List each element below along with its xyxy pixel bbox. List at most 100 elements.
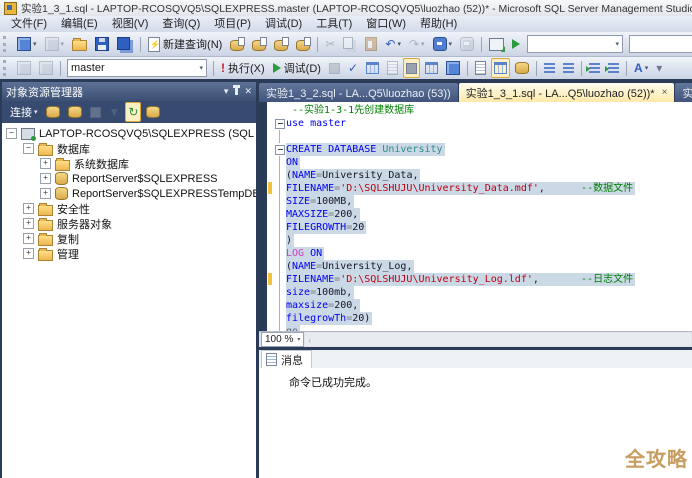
tree-expander-icon[interactable]: + bbox=[40, 158, 51, 169]
menu-item[interactable]: 编辑(E) bbox=[54, 16, 105, 32]
tree-expander-icon[interactable]: + bbox=[40, 188, 51, 199]
query-options-button[interactable] bbox=[384, 58, 401, 78]
fold-collapse-icon[interactable] bbox=[273, 117, 286, 130]
new-query-button[interactable]: 新建查询(N) bbox=[145, 34, 225, 54]
document-tab[interactable]: 实验1_3_2.sql - LA...Q5\luozhao (53)) bbox=[259, 83, 458, 102]
chevron-down-icon[interactable]: ▾ bbox=[449, 40, 453, 48]
navigate-backward-button[interactable]: ▾ bbox=[430, 34, 456, 54]
fold-collapse-icon[interactable] bbox=[273, 143, 286, 156]
toolbar-combo-1[interactable]: ▾ bbox=[527, 35, 624, 53]
menu-item[interactable]: 工具(T) bbox=[309, 16, 359, 32]
delete-button[interactable] bbox=[143, 102, 163, 122]
redo-button[interactable]: ↷ ▾ bbox=[406, 34, 428, 54]
code-line[interactable] bbox=[267, 130, 692, 143]
activity-monitor-button[interactable]: ▾ bbox=[42, 34, 68, 54]
start-button[interactable] bbox=[509, 34, 523, 54]
code-line[interactable]: FILENAME='D:\SQLSHUJU\University_Log.ldf… bbox=[267, 273, 692, 286]
mdx-query-button[interactable] bbox=[271, 34, 291, 54]
tab-messages[interactable]: 消息 bbox=[261, 350, 312, 368]
menu-item[interactable]: 查询(Q) bbox=[155, 16, 207, 32]
code-line[interactable]: SIZE=100MB, bbox=[267, 195, 692, 208]
code-line[interactable]: filegrowTh=20) bbox=[267, 312, 692, 325]
menu-item[interactable]: 帮助(H) bbox=[413, 16, 464, 32]
code-line[interactable]: go bbox=[267, 325, 692, 331]
tree-expander-icon[interactable]: + bbox=[23, 203, 34, 214]
refresh-button[interactable]: ↻ bbox=[125, 102, 142, 122]
code-line[interactable]: (NAME=University_Data, bbox=[267, 169, 692, 182]
analysis-services-query-button[interactable] bbox=[249, 34, 269, 54]
chevron-down-icon[interactable]: ▾ bbox=[199, 64, 203, 72]
new-connection-button[interactable]: ▾ bbox=[14, 34, 40, 54]
window-menu-caret-icon[interactable]: ▾ bbox=[224, 86, 229, 97]
code-line[interactable]: (NAME=University_Log, bbox=[267, 260, 692, 273]
document-tab[interactable]: 实验1_3_1.sql - LA...Q5\luozhao (52))* × bbox=[458, 83, 675, 102]
tree-expander-icon[interactable]: − bbox=[23, 143, 34, 154]
tree-expander-icon[interactable]: + bbox=[40, 173, 51, 184]
tree-expander-icon[interactable]: − bbox=[6, 128, 17, 139]
tree-expander-icon[interactable]: + bbox=[23, 218, 34, 229]
chevron-down-icon[interactable]: ▾ bbox=[616, 40, 620, 48]
open-file-button[interactable] bbox=[69, 34, 90, 54]
chevron-down-icon[interactable]: ▾ bbox=[61, 40, 65, 48]
decrease-indent-button[interactable] bbox=[586, 58, 603, 78]
tree-item[interactable]: + 管理 bbox=[2, 246, 256, 261]
code-line[interactable]: FILEGROWTH=20 bbox=[267, 221, 692, 234]
tree-item[interactable]: + ReportServer$SQLEXPRESSTempDB bbox=[2, 186, 256, 201]
code-line[interactable]: use master bbox=[267, 117, 692, 130]
execute-button[interactable]: ! 执行(X) bbox=[218, 58, 268, 78]
debug-button[interactable]: 调试(D) bbox=[270, 58, 324, 78]
parse-button[interactable]: ✓ bbox=[345, 58, 361, 78]
include-actual-plan-button[interactable] bbox=[422, 58, 441, 78]
menu-item[interactable]: 调试(D) bbox=[258, 16, 309, 32]
increase-indent-button[interactable] bbox=[605, 58, 622, 78]
intellisense-enabled-button[interactable] bbox=[403, 58, 421, 78]
editor-zoom-selector[interactable]: 100 % ▾ bbox=[261, 332, 305, 347]
code-line[interactable]: CREATE DATABASE University bbox=[267, 143, 692, 156]
chevron-down-icon[interactable]: ▾ bbox=[397, 40, 401, 48]
filter-button[interactable]: ▼ bbox=[106, 102, 124, 122]
results-to-text-button[interactable] bbox=[472, 58, 489, 78]
sql-editor[interactable]: --实验1-3-1先创建数据库 use master CREATE DATABASE… bbox=[259, 102, 692, 331]
connect-query-button[interactable] bbox=[14, 58, 34, 78]
xmla-query-button[interactable] bbox=[293, 34, 313, 54]
paste-button[interactable] bbox=[362, 34, 380, 54]
client-statistics-button[interactable] bbox=[443, 58, 463, 78]
close-icon[interactable]: × bbox=[662, 87, 668, 98]
tree-item[interactable]: + ReportServer$SQLEXPRESS bbox=[2, 171, 256, 186]
navigate-forward-button[interactable] bbox=[457, 34, 477, 54]
tree-expander-icon[interactable]: + bbox=[23, 233, 34, 244]
code-line[interactable]: ) bbox=[267, 234, 692, 247]
document-tab[interactable]: 实验1_2.s bbox=[675, 83, 692, 102]
copy-button[interactable] bbox=[340, 34, 360, 54]
connect-button[interactable]: 连接 ▾ bbox=[7, 102, 41, 122]
uncomment-selection-button[interactable] bbox=[560, 58, 577, 78]
toolbar-options-button[interactable]: ▾ bbox=[653, 58, 665, 78]
chevron-down-icon[interactable]: ▾ bbox=[421, 40, 425, 48]
tree-item[interactable]: + 服务器对象 bbox=[2, 216, 256, 231]
results-to-grid-button[interactable] bbox=[491, 58, 511, 78]
pin-icon[interactable] bbox=[233, 85, 241, 95]
toolbar-combo-2[interactable]: ▾ bbox=[629, 35, 692, 53]
disconnect-button[interactable] bbox=[65, 102, 85, 122]
specify-values-button[interactable]: A ▾ bbox=[631, 58, 651, 78]
code-line[interactable]: ON bbox=[267, 156, 692, 169]
results-to-file-button[interactable] bbox=[512, 58, 532, 78]
tree-item[interactable]: + 复制 bbox=[2, 231, 256, 246]
code-line[interactable]: MAXSIZE=200, bbox=[267, 208, 692, 221]
tree-item[interactable]: − 数据库 bbox=[2, 141, 256, 156]
code-line[interactable]: FILENAME='D:\SQLSHUJU\University_Data.md… bbox=[267, 182, 692, 195]
activity-monitor-chart-button[interactable] bbox=[486, 34, 507, 54]
toolbar-grip[interactable] bbox=[3, 60, 10, 76]
estimated-plan-button[interactable] bbox=[363, 58, 382, 78]
connect-object-explorer-button[interactable] bbox=[43, 102, 63, 122]
menu-item[interactable]: 项目(P) bbox=[207, 16, 258, 32]
horizontal-scrollbar[interactable]: ‹ bbox=[305, 333, 691, 346]
menu-item[interactable]: 文件(F) bbox=[4, 16, 54, 32]
save-all-button[interactable] bbox=[114, 34, 136, 54]
tree-item[interactable]: + 安全性 bbox=[2, 201, 256, 216]
comment-selection-button[interactable] bbox=[541, 58, 558, 78]
scroll-left-arrow-icon[interactable]: ‹ bbox=[308, 335, 311, 345]
code-line[interactable]: size=100mb, bbox=[267, 286, 692, 299]
chevron-down-icon[interactable]: ▾ bbox=[645, 64, 649, 72]
code-line[interactable]: LOG ON bbox=[267, 247, 692, 260]
